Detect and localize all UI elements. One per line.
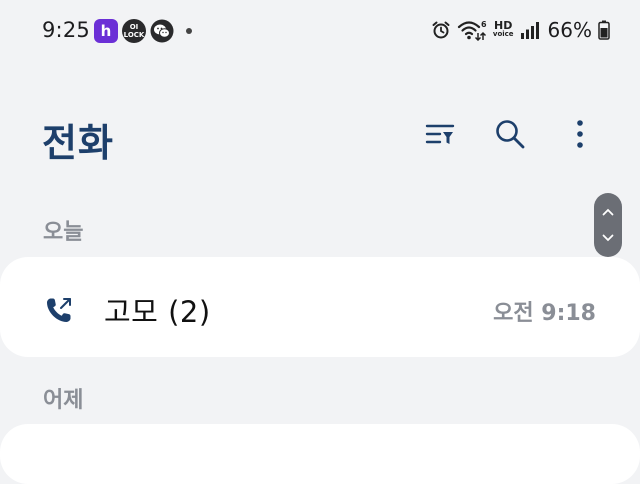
outgoing-call-icon — [47, 298, 71, 322]
signal-icon — [520, 22, 539, 39]
chevron-down-icon — [602, 234, 614, 242]
section-label-today: 오늘 — [43, 220, 84, 245]
lock-app-glyph-bottom: LOCK — [123, 31, 145, 39]
search-icon — [496, 120, 525, 149]
lock-app-icon: OI LOCK — [122, 19, 146, 43]
battery-icon — [598, 20, 610, 40]
wifi-label: 6 — [481, 20, 487, 29]
app-h-glyph: h — [100, 22, 112, 40]
header-actions — [420, 114, 600, 154]
more-notifications-dot — [186, 28, 192, 34]
search-button[interactable] — [490, 114, 530, 154]
fast-scroll-handle[interactable] — [594, 193, 622, 257]
chevron-up-icon — [602, 208, 614, 216]
filter-button[interactable] — [420, 114, 460, 154]
filter-icon — [425, 124, 455, 144]
app-h-icon: h — [94, 19, 118, 43]
hd-voice-bottom: voice — [492, 30, 514, 38]
wechat-icon — [150, 19, 174, 43]
more-vert-icon — [577, 120, 583, 148]
hd-voice-icon: HD voice — [492, 19, 514, 39]
call-log-item[interactable] — [0, 424, 640, 484]
notification-icons: h OI LOCK — [94, 19, 192, 43]
wifi-icon: 6 — [457, 20, 487, 41]
page-title: 전화 — [42, 121, 114, 165]
section-label-yesterday: 어제 — [43, 388, 84, 413]
status-bar: 9:25 h OI LOCK 6 HD voice 66% — [0, 0, 640, 64]
more-options-button[interactable] — [560, 114, 600, 154]
status-time: 9:25 — [42, 18, 90, 42]
battery-percent: 66% — [547, 18, 592, 42]
call-time: 오전 9:18 — [493, 301, 596, 326]
alarm-icon — [432, 21, 450, 39]
system-status-icons: 6 HD voice 66% — [431, 18, 610, 42]
lock-app-glyph-top: OI — [129, 23, 139, 31]
hd-voice-top: HD — [494, 19, 513, 32]
caller-name: 고모 (2) — [104, 295, 211, 329]
call-log-item[interactable]: 고모 (2) 오전 9:18 — [0, 257, 640, 357]
